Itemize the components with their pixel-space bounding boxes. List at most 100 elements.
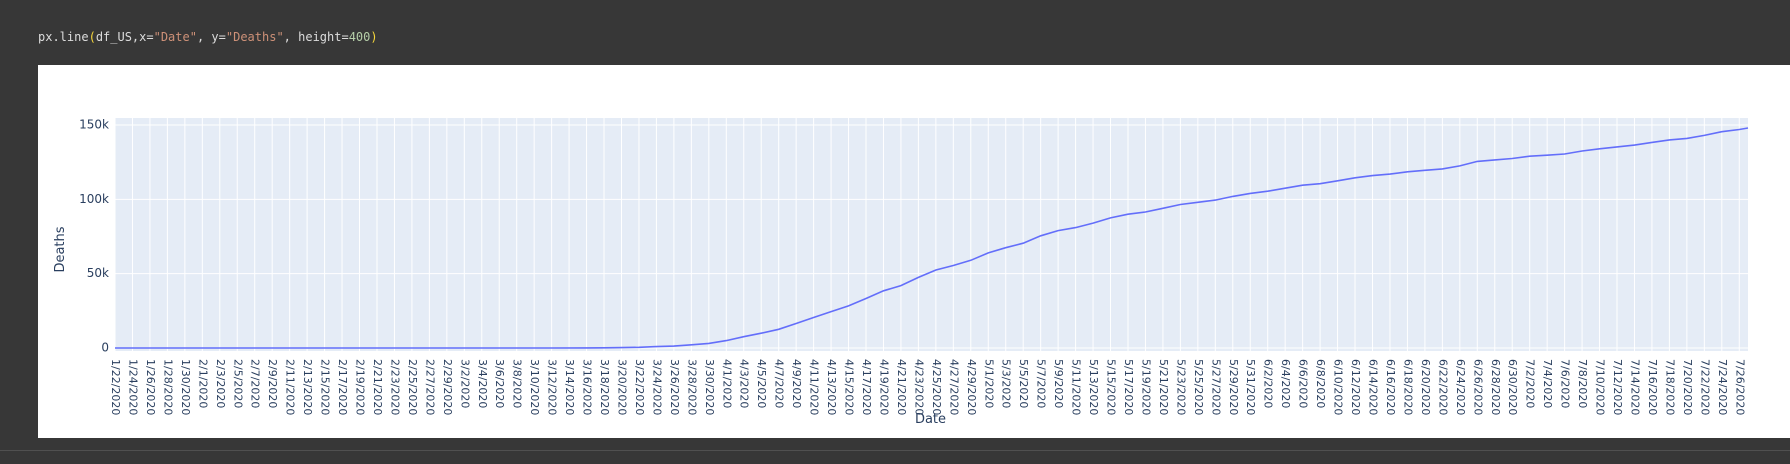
x-tick-label: 2/3/2020 (214, 359, 227, 408)
code-close-paren: ) (370, 30, 378, 44)
x-tick-label: 6/28/2020 (1489, 359, 1502, 415)
code-separator: , y= (196, 30, 226, 44)
x-tick-label: 7/20/2020 (1681, 359, 1694, 415)
x-tick-label: 4/13/2020 (825, 359, 838, 415)
x-tick-label: 1/30/2020 (179, 359, 192, 415)
x-tick-label: 4/11/2020 (808, 359, 821, 415)
code-height-value: 400 (348, 30, 371, 44)
x-tick-label: 2/19/2020 (354, 359, 367, 415)
x-tick-label: 2/23/2020 (388, 359, 401, 415)
x-tick-label: 1/28/2020 (161, 359, 174, 415)
x-tick-label: 3/20/2020 (615, 359, 628, 415)
x-tick-label: 4/9/2020 (790, 359, 803, 408)
x-tick-label: 4/3/2020 (738, 359, 751, 408)
x-tick-label: 5/5/2020 (1017, 359, 1030, 408)
x-tick-label: 3/4/2020 (476, 359, 489, 408)
x-tick-label: 6/26/2020 (1471, 359, 1484, 415)
x-tick-label: 3/28/2020 (685, 359, 698, 415)
x-tick-label: 2/13/2020 (301, 359, 314, 415)
x-tick-label: 3/18/2020 (598, 359, 611, 415)
x-tick-label: 1/26/2020 (144, 359, 157, 415)
x-tick-label: 6/22/2020 (1436, 359, 1449, 415)
x-tick-label: 1/22/2020 (109, 359, 122, 415)
x-tick-label: 2/9/2020 (266, 359, 279, 408)
x-tick-label: 4/7/2020 (773, 359, 786, 408)
x-tick-label: 7/18/2020 (1663, 359, 1676, 415)
chart-output: 0 50k 100k 150k 1/22/2020 1/24/2020 1/26/2020… (38, 65, 1790, 438)
x-tick-label: 2/1/2020 (196, 359, 209, 408)
x-tick-label: 2/17/2020 (336, 359, 349, 415)
line-chart: 0 50k 100k 150k 1/22/2020 1/24/2020 1/26/2020… (53, 118, 1749, 427)
x-tick-label: 5/19/2020 (1139, 359, 1152, 415)
x-tick-label: 6/12/2020 (1349, 359, 1362, 415)
x-tick-label: 5/21/2020 (1157, 359, 1170, 415)
x-tick-label: 5/31/2020 (1244, 359, 1257, 415)
code-arg: df_US,x= (95, 30, 154, 44)
x-tick-label: 5/27/2020 (1209, 359, 1222, 415)
x-tick-label: 7/22/2020 (1698, 359, 1711, 415)
code-y-value: "Deaths" (225, 30, 284, 44)
x-tick-label: 4/5/2020 (755, 359, 768, 408)
next-cell-area (0, 438, 1790, 464)
x-tick-label: 7/6/2020 (1559, 359, 1572, 408)
x-tick-label: 3/8/2020 (511, 359, 524, 408)
x-tick-label: 4/21/2020 (895, 359, 908, 415)
x-tick-label: 3/12/2020 (546, 359, 559, 415)
x-tick-label: 6/4/2020 (1279, 359, 1292, 408)
code-open-paren: ( (88, 30, 96, 44)
x-tick-label: 7/10/2020 (1594, 359, 1607, 415)
x-tick-label: 3/10/2020 (528, 359, 541, 415)
x-tick-label: 4/15/2020 (843, 359, 856, 415)
cell-divider (0, 450, 1790, 451)
x-tick-label: 7/2/2020 (1524, 359, 1537, 408)
x-tick-label: 2/29/2020 (441, 359, 454, 415)
x-tick-label: 5/11/2020 (1070, 359, 1083, 415)
x-tick-label: 5/29/2020 (1227, 359, 1240, 415)
x-tick-label: 2/7/2020 (249, 359, 262, 408)
x-tick-label: 3/30/2020 (703, 359, 716, 415)
x-tick-label: 4/19/2020 (877, 359, 890, 415)
y-axis-ticks: 0 50k 100k 150k (79, 118, 109, 355)
x-axis-label: Date (915, 412, 946, 427)
x-tick-label: 4/17/2020 (860, 359, 873, 415)
x-tick-label: 3/2/2020 (458, 359, 471, 408)
x-tick-label: 4/25/2020 (930, 359, 943, 415)
x-tick-label: 6/30/2020 (1506, 359, 1519, 415)
x-tick-label: 4/23/2020 (912, 359, 925, 415)
code-cell[interactable]: px.line(df_US,x="Date", y="Deaths", heig… (0, 0, 1790, 60)
x-tick-label: 7/4/2020 (1541, 359, 1554, 408)
x-tick-label: 3/14/2020 (563, 359, 576, 415)
y-axis-label: Deaths (53, 226, 68, 272)
x-tick-label: 1/24/2020 (126, 359, 139, 415)
x-tick-label: 2/27/2020 (423, 359, 436, 415)
y-tick-label: 50k (87, 266, 109, 280)
x-tick-label: 6/24/2020 (1454, 359, 1467, 415)
x-tick-label: 5/15/2020 (1105, 359, 1118, 415)
x-tick-label: 6/16/2020 (1384, 359, 1397, 415)
x-tick-label: 2/11/2020 (284, 359, 297, 415)
x-tick-label: 6/6/2020 (1297, 359, 1310, 408)
x-tick-label: 5/1/2020 (982, 359, 995, 408)
x-tick-label: 5/17/2020 (1122, 359, 1135, 415)
x-tick-label: 6/8/2020 (1314, 359, 1327, 408)
x-tick-label: 3/26/2020 (668, 359, 681, 415)
x-tick-label: 5/13/2020 (1087, 359, 1100, 415)
x-tick-label: 3/22/2020 (633, 359, 646, 415)
x-tick-label: 5/23/2020 (1174, 359, 1187, 415)
x-tick-label: 4/1/2020 (720, 359, 733, 408)
x-tick-label: 2/15/2020 (319, 359, 332, 415)
code-function: px.line (38, 30, 89, 44)
x-tick-label: 6/2/2020 (1262, 359, 1275, 408)
x-tick-label: 6/18/2020 (1401, 359, 1414, 415)
notebook-view: px.line(df_US,x="Date", y="Deaths", heig… (0, 0, 1790, 464)
x-tick-label: 3/24/2020 (650, 359, 663, 415)
x-tick-label: 7/8/2020 (1576, 359, 1589, 408)
x-axis-ticks: 1/22/2020 1/24/2020 1/26/2020 1/28/2020 1/30… (109, 359, 1746, 415)
x-tick-label: 6/10/2020 (1332, 359, 1345, 415)
x-tick-label: 7/26/2020 (1733, 359, 1746, 415)
x-tick-label: 7/14/2020 (1628, 359, 1641, 415)
x-tick-label: 4/27/2020 (947, 359, 960, 415)
x-tick-label: 2/5/2020 (231, 359, 244, 408)
code-line[interactable]: px.line(df_US,x="Date", y="Deaths", heig… (38, 30, 378, 44)
x-tick-label: 3/6/2020 (493, 359, 506, 408)
